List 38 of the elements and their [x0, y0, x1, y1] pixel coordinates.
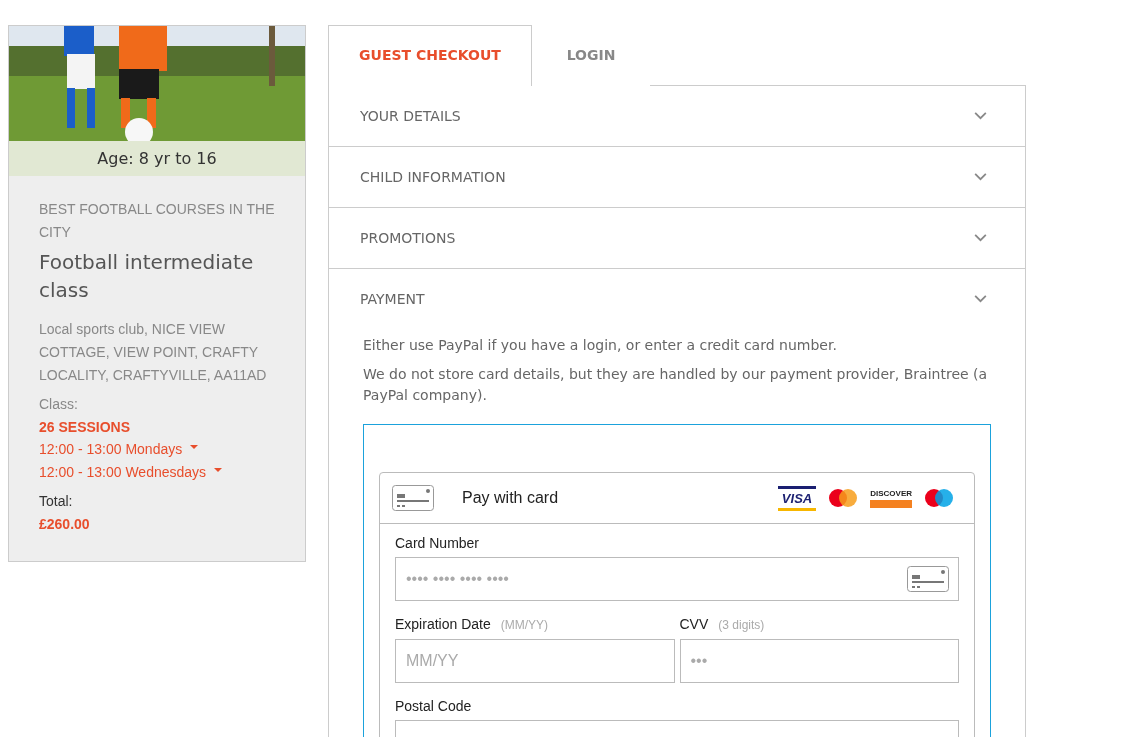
- section-header[interactable]: CHILD INFORMATION: [329, 147, 1025, 207]
- chevron-icon: [974, 295, 987, 303]
- section-header[interactable]: YOUR DETAILS: [329, 86, 1025, 146]
- input-field[interactable]: MM/YY: [395, 639, 675, 683]
- field-label: Postal Code: [395, 697, 472, 715]
- total-price: £260.00: [39, 515, 91, 534]
- chevron-icon: [974, 173, 987, 181]
- chevron-icon: [974, 112, 987, 120]
- age-label: Age: 8 yr to 16: [9, 141, 305, 176]
- input-field[interactable]: •••: [679, 639, 959, 683]
- chevron-icon: [974, 234, 987, 242]
- tab[interactable]: GUEST CHECKOUT: [328, 25, 532, 86]
- caret-icon: [190, 444, 199, 449]
- class-label: Class:: [39, 395, 79, 414]
- circles-logo-icon: [924, 488, 954, 508]
- schedule-dropdown[interactable]: 12:00 - 13:00 Mondays: [39, 438, 199, 461]
- course-address: Local sports club, NICE VIEW COTTAGE, VIEW POINT, CRAFTY LOCALITY, CRAFTYVILLE, AA11AD: [39, 320, 268, 385]
- course-category: BEST FOOTBALL COURSES IN THE CITY: [39, 200, 276, 242]
- course-title: Football intermediate class: [39, 249, 255, 304]
- circles-logo-icon: [828, 488, 859, 508]
- payment-info: We do not store card details, but they are handled by our payment provider, Braintree (a PayPal company).: [363, 365, 989, 405]
- field-hint: (MM/YY): [500, 617, 549, 634]
- section-header[interactable]: PROMOTIONS: [329, 208, 1025, 268]
- input-field[interactable]: •••• •••• •••• ••••: [395, 557, 959, 601]
- card-logo: VISA: [777, 485, 817, 511]
- total-label: Total:: [39, 492, 74, 511]
- sessions-count: 26 SESSIONS: [39, 418, 132, 437]
- form-title: Pay with card: [462, 489, 559, 507]
- schedule-dropdown[interactable]: 12:00 - 13:00 Wednesdays: [39, 461, 223, 484]
- field-hint: (3 digits): [718, 617, 765, 634]
- caret-icon: [214, 467, 223, 472]
- card-logo: DISCOVER: [870, 488, 912, 508]
- field-label: Card Number: [395, 534, 480, 552]
- payment-info: Either use PayPal if you have a login, or enter a credit card number.: [363, 336, 838, 355]
- section-header[interactable]: PAYMENT: [329, 269, 1025, 329]
- field-label: Expiration Date: [395, 615, 491, 633]
- field-label: CVV: [679, 615, 709, 633]
- credit-card-icon: [392, 485, 434, 511]
